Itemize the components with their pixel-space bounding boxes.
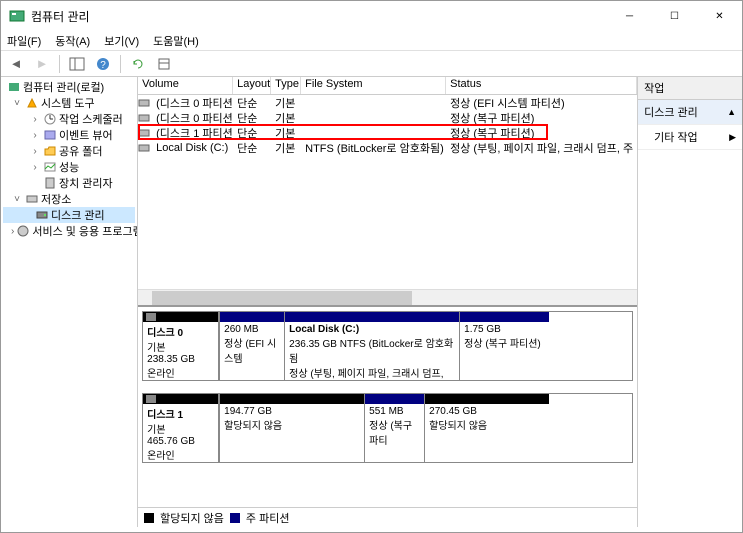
- app-icon: [9, 8, 25, 24]
- close-button[interactable]: ✕: [697, 1, 742, 31]
- volume-list-header: Volume Layout Type File System Status: [138, 77, 637, 95]
- disk-map[interactable]: 디스크 0기본238.35 GB온라인260 MB정상 (EFI 시스템Loca…: [138, 307, 637, 507]
- partition[interactable]: 551 MB정상 (복구 파티: [364, 394, 424, 462]
- volume-scrollbar[interactable]: [138, 289, 637, 305]
- partition[interactable]: 194.77 GB할당되지 않음: [219, 394, 364, 462]
- minimize-button[interactable]: ─: [607, 1, 652, 31]
- actions-more[interactable]: 기타 작업▶: [638, 125, 742, 150]
- tree-shared-folders[interactable]: ›공유 폴더: [3, 143, 135, 159]
- volume-row[interactable]: Local Disk (C:)단순기본NTFS (BitLocker로 암호화됨…: [138, 140, 637, 155]
- tree-performance[interactable]: ›성능: [3, 159, 135, 175]
- col-layout[interactable]: Layout: [233, 77, 271, 94]
- partition[interactable]: 1.75 GB정상 (복구 파티션): [459, 312, 549, 380]
- tree-disk-management[interactable]: 디스크 관리: [3, 207, 135, 223]
- menu-file[interactable]: 파일(F): [7, 33, 41, 49]
- partition[interactable]: 270.45 GB할당되지 않음: [424, 394, 549, 462]
- tree-system-tools[interactable]: ˅시스템 도구: [3, 95, 135, 111]
- partition[interactable]: Local Disk (C:)236.35 GB NTFS (BitLocker…: [284, 312, 459, 380]
- volume-row[interactable]: (디스크 0 파티션 1)단순기본정상 (EFI 시스템 파티션): [138, 95, 637, 110]
- tree-device-manager[interactable]: 장치 관리자: [3, 175, 135, 191]
- actions-header: 작업: [638, 77, 742, 100]
- legend: 할당되지 않음 주 파티션: [138, 507, 637, 527]
- volume-row[interactable]: (디스크 1 파티션 2)단순기본정상 (복구 파티션): [138, 125, 637, 140]
- show-hide-button[interactable]: [66, 53, 88, 75]
- volume-list[interactable]: (디스크 0 파티션 1)단순기본정상 (EFI 시스템 파티션)(디스크 0 …: [138, 95, 637, 289]
- disk-0[interactable]: 디스크 0기본238.35 GB온라인260 MB정상 (EFI 시스템Loca…: [142, 311, 633, 381]
- disk-1[interactable]: 디스크 1기본465.76 GB온라인194.77 GB할당되지 않음551 M…: [142, 393, 633, 463]
- disk-info: 디스크 1기본465.76 GB온라인: [143, 394, 219, 462]
- volume-row[interactable]: (디스크 0 파티션 4)단순기본정상 (복구 파티션): [138, 110, 637, 125]
- window-title: 컴퓨터 관리: [31, 8, 607, 25]
- maximize-button[interactable]: ☐: [652, 1, 697, 31]
- col-volume[interactable]: Volume: [138, 77, 233, 94]
- disk-info: 디스크 0기본238.35 GB온라인: [143, 312, 219, 380]
- svg-text:?: ?: [100, 60, 106, 71]
- nav-tree[interactable]: 컴퓨터 관리(로컬) ˅시스템 도구 ›작업 스케줄러 ›이벤트 뷰어 ›공유 …: [1, 77, 138, 527]
- back-button[interactable]: ◄: [5, 53, 27, 75]
- col-type[interactable]: Type: [271, 77, 301, 94]
- tree-storage[interactable]: ˅저장소: [3, 191, 135, 207]
- menu-view[interactable]: 보기(V): [104, 33, 139, 49]
- tree-task-scheduler[interactable]: ›작업 스케줄러: [3, 111, 135, 127]
- col-status[interactable]: Status: [446, 77, 637, 94]
- help-button[interactable]: ?: [92, 53, 114, 75]
- settings-button[interactable]: [153, 53, 175, 75]
- menu-action[interactable]: 동작(A): [55, 33, 90, 49]
- tree-services-apps[interactable]: ›서비스 및 응용 프로그램: [3, 223, 135, 239]
- partition[interactable]: 260 MB정상 (EFI 시스템: [219, 312, 284, 380]
- actions-section-diskmgmt[interactable]: 디스크 관리▲: [638, 100, 742, 125]
- menu-help[interactable]: 도움말(H): [153, 33, 199, 49]
- refresh-button[interactable]: [127, 53, 149, 75]
- tree-root[interactable]: 컴퓨터 관리(로컬): [3, 79, 135, 95]
- col-filesystem[interactable]: File System: [301, 77, 446, 94]
- tree-event-viewer[interactable]: ›이벤트 뷰어: [3, 127, 135, 143]
- forward-button[interactable]: ►: [31, 53, 53, 75]
